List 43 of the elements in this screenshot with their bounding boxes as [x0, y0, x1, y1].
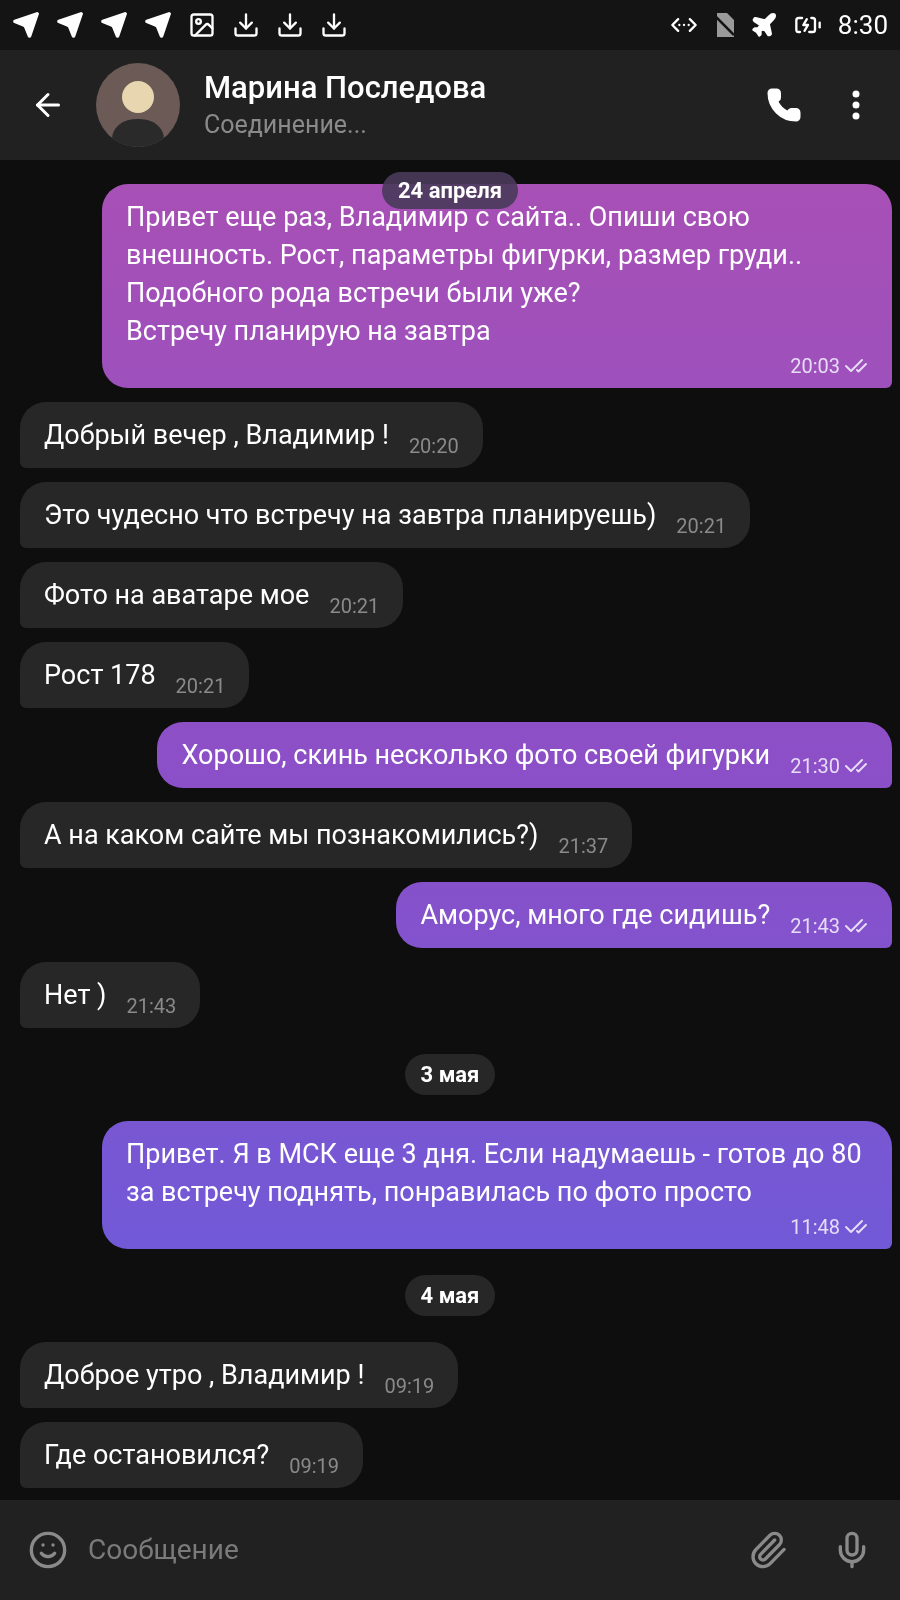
message-text: Фото на аватаре мое — [44, 578, 310, 613]
emoji-icon[interactable] — [28, 1530, 68, 1570]
contact-name: Марина Последова — [204, 68, 488, 108]
date-label: 24 апреля — [382, 172, 518, 209]
telegram-icon — [100, 11, 128, 39]
download-icon — [276, 11, 304, 39]
date-label: 3 мая — [404, 1054, 496, 1095]
image-icon — [188, 11, 216, 39]
message-text: Рост 178 — [44, 658, 156, 693]
date-label: 4 мая — [404, 1275, 496, 1316]
message-text: Это чудесно что встречу на завтра планируешь) — [44, 498, 657, 533]
message-text: Привет. Я в МСК еще 3 дня. Если надумаешь - готов до 80 за встречу поднять, понравилась по фото просто — [126, 1137, 863, 1210]
download-icon — [320, 11, 348, 39]
message-time: 20:20 — [408, 434, 459, 458]
message-time: 21:43 — [126, 994, 177, 1018]
message-time: 20:03 — [790, 354, 840, 378]
message-time: 20:21 — [175, 674, 226, 698]
airplane-icon — [749, 11, 778, 39]
message-time: 20:21 — [329, 594, 380, 618]
message-text: Аморус, много где сидишь? — [420, 898, 771, 933]
phone-icon — [766, 87, 802, 123]
message-text: Нет ) — [44, 978, 107, 1013]
message-time: 21:43 — [790, 914, 840, 938]
message-text: Добрый вечер , Владимир ! — [44, 418, 389, 453]
message-text: Хорошо, скинь несколько фото своей фигурки — [181, 738, 771, 773]
telegram-icon — [12, 11, 40, 39]
clock: 8:30 — [837, 8, 888, 42]
message-time: 09:19 — [289, 1454, 340, 1478]
attach-icon[interactable] — [748, 1530, 788, 1570]
telegram-icon — [56, 11, 84, 39]
connection-status: Соединение... — [204, 109, 368, 141]
message-text: А на каком сайте мы познакомились?) — [44, 818, 539, 853]
message-text: Доброе утро , Владимир ! — [44, 1358, 365, 1393]
message-time: 21:30 — [790, 754, 840, 778]
message-time: 21:37 — [558, 834, 609, 858]
download-icon — [232, 11, 260, 39]
message-field[interactable]: Сообщение — [88, 1529, 728, 1571]
message-text: Где остановился? — [44, 1438, 270, 1473]
telegram-icon — [144, 11, 172, 39]
message-time: 09:19 — [384, 1374, 435, 1398]
message-time: 20:21 — [676, 514, 727, 538]
more-icon — [852, 90, 860, 120]
message-time: 11:48 — [790, 1215, 840, 1239]
